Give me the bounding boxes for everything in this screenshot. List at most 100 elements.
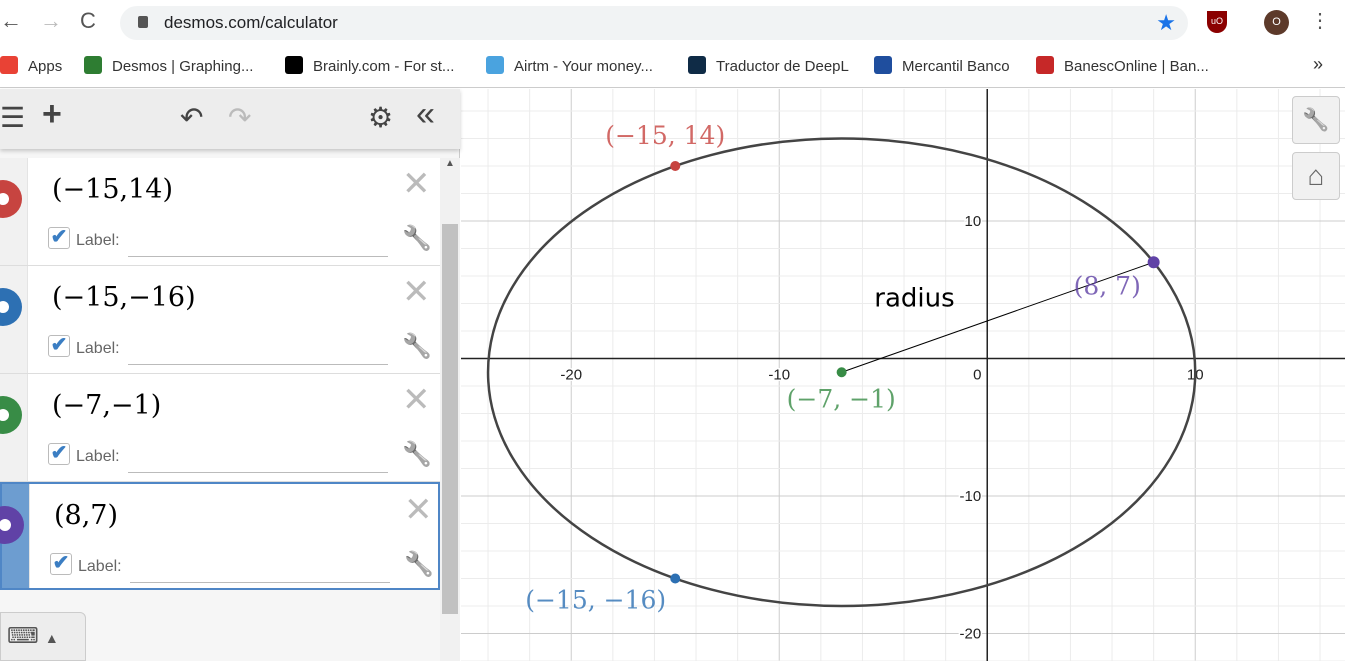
bookmark-favicon-icon bbox=[84, 56, 102, 74]
wrench-icon[interactable]: 🔧 bbox=[402, 332, 432, 361]
ublock-extension-icon[interactable]: uO bbox=[1207, 11, 1227, 33]
scroll-up-arrow-icon[interactable]: ▲ bbox=[445, 158, 455, 169]
label-checkbox[interactable]: ✔ bbox=[48, 335, 70, 357]
label-text: Label: bbox=[76, 232, 120, 249]
wrench-icon[interactable]: 🔧 bbox=[402, 224, 432, 253]
bookmark-item[interactable]: BanescOnline | Ban... bbox=[1036, 56, 1209, 75]
forward-button[interactable]: → bbox=[40, 8, 62, 34]
point-marker bbox=[670, 161, 681, 171]
y-tick-label: -10 bbox=[960, 488, 982, 505]
expression-panel: ☰ + ↶ ↷ ⚙ « (−15,14) ✕ ✔ Label: 🔧 (−15,−… bbox=[0, 89, 460, 661]
expression-item[interactable]: (−15,14) ✕ ✔ Label: 🔧 bbox=[0, 158, 440, 266]
graph-settings-wrench-button[interactable]: 🔧 bbox=[1292, 96, 1340, 144]
reload-button[interactable]: C bbox=[80, 8, 96, 34]
label-text: Label: bbox=[78, 558, 122, 575]
url-text: desmos.com/calculator bbox=[164, 13, 338, 32]
bookmark-label: Mercantil Banco bbox=[902, 58, 1010, 75]
bookmark-favicon-icon bbox=[0, 56, 18, 74]
bookmark-item[interactable]: Airtm - Your money... bbox=[486, 56, 653, 75]
browser-menu-button[interactable]: ⋮ bbox=[1310, 8, 1330, 33]
bookmark-star-icon[interactable]: ★ bbox=[1156, 10, 1176, 36]
point-visibility-toggle-icon[interactable] bbox=[0, 506, 24, 544]
lock-icon bbox=[138, 16, 148, 28]
add-item-button[interactable]: + bbox=[42, 95, 62, 134]
point-label: (−15, −16) bbox=[525, 586, 666, 615]
radius-label: radius bbox=[874, 283, 954, 313]
delete-expression-close-icon[interactable]: ✕ bbox=[402, 380, 431, 420]
delete-expression-close-icon[interactable]: ✕ bbox=[402, 272, 431, 312]
bookmark-item[interactable]: Apps bbox=[0, 56, 62, 75]
point-marker bbox=[670, 573, 681, 584]
label-checkbox[interactable]: ✔ bbox=[48, 227, 70, 249]
x-tick-label: -20 bbox=[560, 367, 582, 384]
expression-math[interactable]: (−15,−16) bbox=[52, 282, 196, 313]
bookmark-label: Apps bbox=[28, 58, 63, 75]
wrench-icon: 🔧 bbox=[1302, 107, 1330, 132]
expression-gutter bbox=[0, 158, 28, 265]
expression-toolbar: ☰ + ↶ ↷ ⚙ « bbox=[0, 89, 460, 149]
scrollbar[interactable]: ▲ bbox=[440, 158, 460, 661]
label-checkbox[interactable]: ✔ bbox=[50, 553, 72, 575]
undo-button[interactable]: ↶ bbox=[180, 101, 203, 134]
delete-expression-close-icon[interactable]: ✕ bbox=[402, 164, 431, 204]
label-input[interactable] bbox=[128, 472, 388, 473]
point-label: (−15, 14) bbox=[605, 121, 725, 150]
expression-list: (−15,14) ✕ ✔ Label: 🔧 (−15,−16) ✕ ✔ Labe… bbox=[0, 158, 440, 590]
bookmark-item[interactable]: Brainly.com - For st... bbox=[285, 56, 454, 75]
point-visibility-toggle-icon[interactable] bbox=[0, 288, 22, 326]
point-marker bbox=[1147, 256, 1160, 269]
point-label: (8, 7) bbox=[1074, 271, 1141, 300]
wrench-icon[interactable]: 🔧 bbox=[404, 550, 434, 579]
expression-gutter bbox=[0, 484, 30, 588]
home-zoom-button[interactable]: ⌂ bbox=[1292, 152, 1340, 200]
profile-avatar[interactable]: O bbox=[1264, 10, 1289, 35]
bookmark-label: Airtm - Your money... bbox=[514, 58, 653, 75]
point-marker bbox=[836, 367, 847, 378]
bookmark-favicon-icon bbox=[285, 56, 303, 74]
bookmark-favicon-icon bbox=[1036, 56, 1054, 74]
expression-item[interactable]: (8,7) ✕ ✔ Label: 🔧 bbox=[0, 482, 440, 590]
y-tick-label: -20 bbox=[960, 626, 982, 643]
bookmark-item[interactable]: Traductor de DeepL bbox=[688, 56, 849, 75]
bookmark-favicon-icon bbox=[874, 56, 892, 74]
bookmark-label: BanescOnline | Ban... bbox=[1064, 58, 1209, 75]
collapse-panel-button[interactable]: « bbox=[416, 95, 435, 134]
wrench-icon[interactable]: 🔧 bbox=[402, 440, 432, 469]
bookmark-favicon-icon bbox=[688, 56, 706, 74]
expression-math[interactable]: (−15,14) bbox=[52, 174, 173, 205]
expression-item[interactable]: (−7,−1) ✕ ✔ Label: 🔧 bbox=[0, 374, 440, 482]
expression-item[interactable]: (−15,−16) ✕ ✔ Label: 🔧 bbox=[0, 266, 440, 374]
home-icon: ⌂ bbox=[1307, 160, 1325, 191]
expression-math[interactable]: (8,7) bbox=[54, 500, 118, 531]
graph-canvas[interactable]: -20 -10 0 1010-10-20radius(−15, 14)(−15, −1… bbox=[461, 89, 1345, 661]
label-text: Label: bbox=[76, 340, 120, 357]
label-input[interactable] bbox=[128, 364, 388, 365]
caret-up-icon: ▲ bbox=[44, 630, 59, 646]
keyboard-toggle-button[interactable]: ⌨ ▲ bbox=[0, 612, 86, 661]
y-tick-label: 10 bbox=[965, 213, 982, 230]
label-text: Label: bbox=[76, 448, 120, 465]
x-tick-label: 0 bbox=[973, 367, 981, 384]
bookmark-label: Brainly.com - For st... bbox=[313, 58, 455, 75]
back-button[interactable]: ← bbox=[0, 8, 22, 34]
delete-expression-close-icon[interactable]: ✕ bbox=[404, 490, 433, 530]
settings-gear-icon[interactable]: ⚙ bbox=[368, 101, 393, 134]
point-visibility-toggle-icon[interactable] bbox=[0, 396, 22, 434]
point-visibility-toggle-icon[interactable] bbox=[0, 180, 22, 218]
bookmark-label: Traductor de DeepL bbox=[716, 58, 849, 75]
address-bar[interactable]: desmos.com/calculator ★ bbox=[120, 6, 1188, 40]
label-checkbox[interactable]: ✔ bbox=[48, 443, 70, 465]
redo-button[interactable]: ↷ bbox=[228, 101, 251, 134]
label-input[interactable] bbox=[130, 582, 390, 583]
more-bookmarks-button[interactable]: » bbox=[1313, 54, 1323, 75]
expression-math[interactable]: (−7,−1) bbox=[52, 390, 161, 421]
bookmarks-bar: Apps Desmos | Graphing... Brainly.com - Fo… bbox=[0, 44, 1345, 88]
expression-gutter bbox=[0, 374, 28, 481]
x-tick-label: -10 bbox=[768, 367, 790, 384]
bookmark-item[interactable]: Desmos | Graphing... bbox=[84, 56, 253, 75]
scrollbar-thumb[interactable] bbox=[442, 224, 458, 614]
main-menu-button[interactable]: ☰ bbox=[0, 101, 25, 134]
bookmark-item[interactable]: Mercantil Banco bbox=[874, 56, 1010, 75]
label-input[interactable] bbox=[128, 256, 388, 257]
keyboard-icon: ⌨ bbox=[7, 623, 39, 648]
